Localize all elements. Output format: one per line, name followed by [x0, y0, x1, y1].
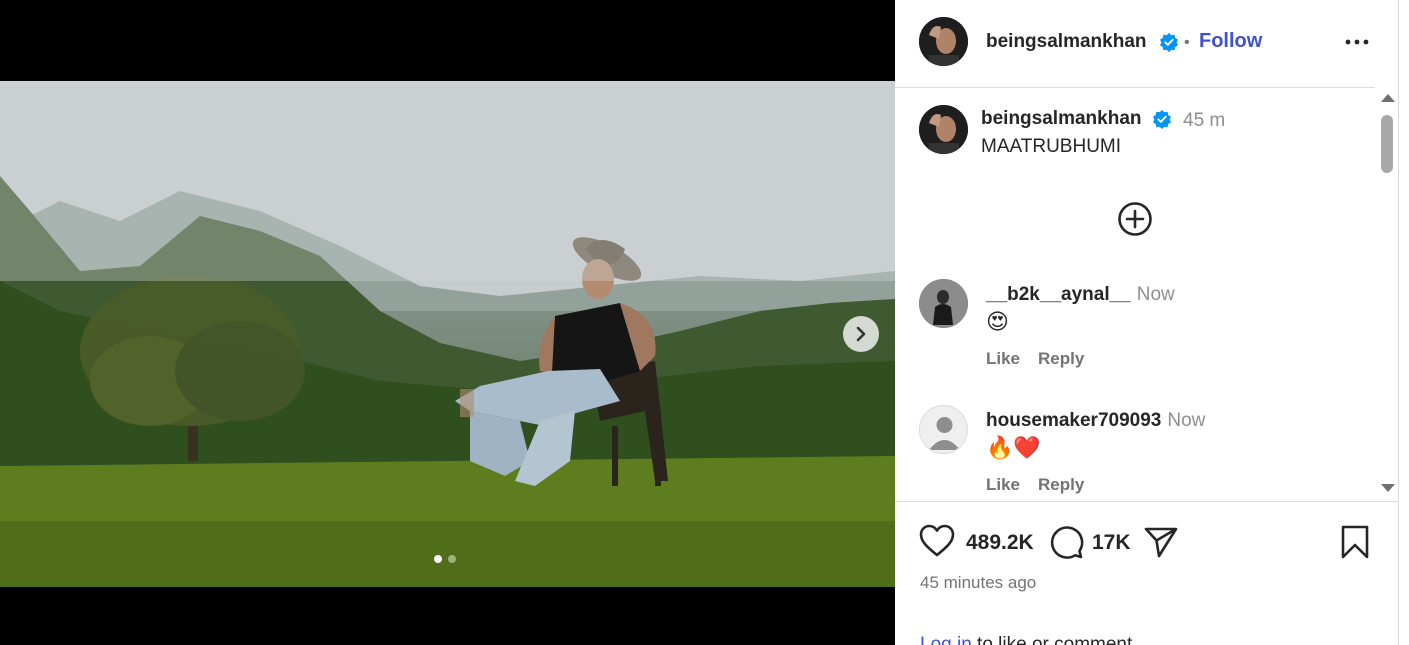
scroll-up-arrow-icon[interactable]: [1381, 94, 1395, 102]
comments-section[interactable]: beingsalmankhan 45 m MAATRUBHUMI __b2k__…: [895, 88, 1375, 501]
comment-item: __b2k__aynal__ Now 😍 Like Reply: [895, 279, 1375, 389]
comment-reply-button[interactable]: Reply: [1038, 475, 1084, 495]
caption-text: MAATRUBHUMI: [981, 136, 1122, 157]
chevron-right-icon: [856, 326, 866, 342]
likes-count[interactable]: 489.2K: [966, 531, 1034, 555]
post-age[interactable]: 45 minutes ago: [920, 573, 1036, 593]
comment-username[interactable]: __b2k__aynal__ Now: [986, 284, 1175, 306]
comment-text: 😍: [986, 309, 1009, 334]
carousel-indicator: [434, 555, 456, 563]
save-bookmark-icon[interactable]: [1339, 524, 1371, 560]
scroll-down-arrow-icon[interactable]: [1381, 484, 1395, 492]
comment-username[interactable]: housemaker709093 Now: [986, 410, 1205, 432]
comment-like-button[interactable]: Like: [986, 475, 1020, 495]
post-photo[interactable]: [0, 81, 895, 587]
comment-timestamp[interactable]: Now: [1137, 284, 1175, 305]
commenter-avatar[interactable]: [919, 405, 968, 454]
carousel-dot-active: [434, 555, 442, 563]
comment-reply-button[interactable]: Reply: [1038, 349, 1084, 369]
comment-text: 🔥❤️: [986, 435, 1041, 460]
comment-bubble-icon[interactable]: [1048, 524, 1084, 560]
caption-avatar[interactable]: [919, 105, 968, 154]
author-username[interactable]: beingsalmankhan: [986, 31, 1147, 53]
caption-timestamp[interactable]: 45 m: [1183, 110, 1225, 132]
carousel-dot: [448, 555, 456, 563]
load-more-comments-icon[interactable]: [1117, 201, 1153, 237]
follow-button[interactable]: Follow: [1199, 30, 1262, 53]
comments-count[interactable]: 17K: [1092, 531, 1131, 555]
post-header: beingsalmankhan • Follow: [895, 0, 1375, 88]
verified-badge-icon: [1160, 33, 1178, 52]
post-details-panel: beingsalmankhan • Follow beingsalmankhan: [895, 0, 1399, 645]
comment-item: housemaker709093 Now 🔥❤️ Like Reply: [895, 405, 1375, 501]
login-link[interactable]: Log in: [920, 634, 972, 645]
next-slide-button[interactable]: [843, 316, 879, 352]
login-prompt-text: to like or comment.: [971, 634, 1138, 645]
scroll-thumb[interactable]: [1381, 115, 1393, 173]
post-media: [0, 0, 895, 645]
caption-username[interactable]: beingsalmankhan: [981, 108, 1142, 130]
comment-like-button[interactable]: Like: [986, 349, 1020, 369]
dot-separator: •: [1184, 34, 1190, 51]
comments-scrollbar[interactable]: [1375, 88, 1399, 501]
comment-timestamp[interactable]: Now: [1167, 410, 1205, 431]
verified-badge-icon: [1153, 110, 1171, 129]
login-prompt: Log in to like or comment.: [920, 634, 1138, 645]
more-options-icon[interactable]: [1343, 31, 1371, 53]
photo-scene: [0, 81, 895, 587]
author-avatar[interactable]: [919, 17, 968, 66]
post-footer: 489.2K 17K 45 minutes ago Log in to like…: [895, 501, 1399, 645]
commenter-avatar[interactable]: [919, 279, 968, 328]
share-paper-plane-icon[interactable]: [1143, 525, 1179, 559]
comment-actions: Like Reply: [986, 475, 1084, 495]
comment-actions: Like Reply: [986, 349, 1084, 369]
like-heart-icon[interactable]: [919, 524, 955, 558]
